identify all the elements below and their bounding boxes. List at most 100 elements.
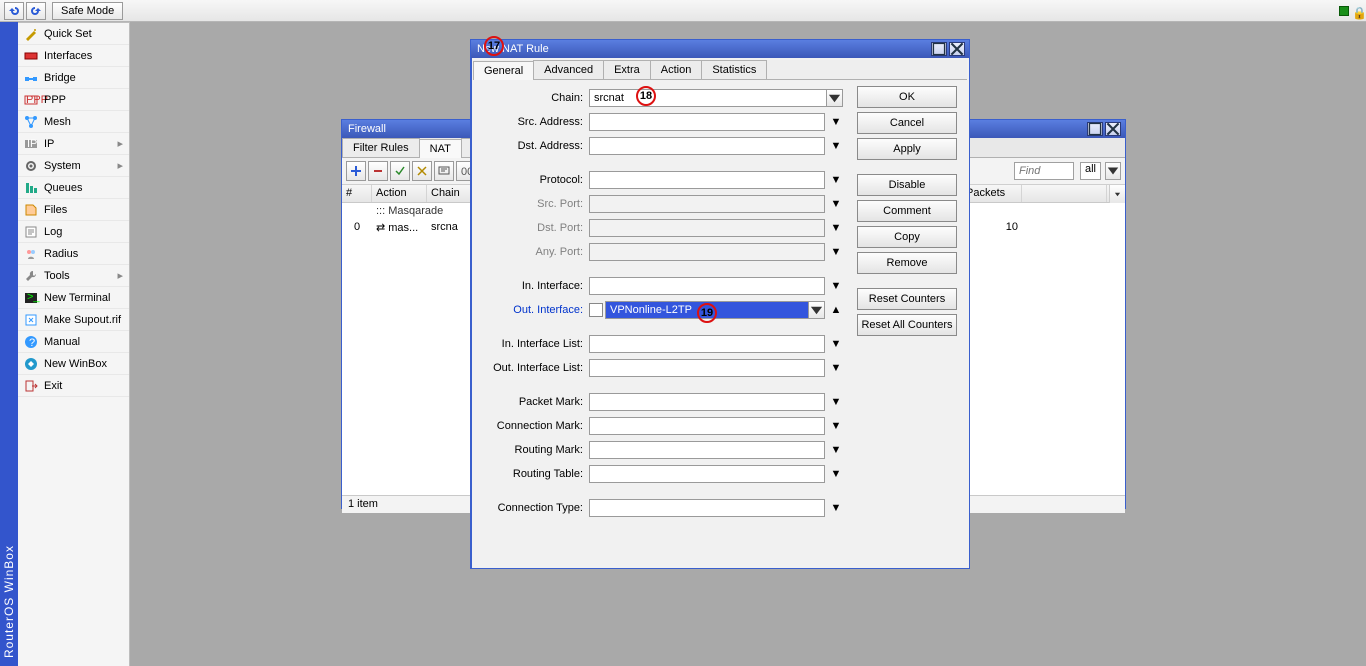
svg-text:IP: IP — [27, 138, 37, 150]
comment-button[interactable]: Comment — [857, 200, 957, 222]
app-title: RouterOS WinBox — [2, 545, 16, 658]
sidebar-item-manual[interactable]: ?Manual — [18, 331, 129, 353]
chain-dropdown[interactable] — [827, 89, 843, 107]
src-address-input[interactable] — [589, 113, 825, 131]
sidebar-item-mesh[interactable]: Mesh — [18, 111, 129, 133]
routing-mark-input[interactable] — [589, 441, 825, 459]
disable-button[interactable]: Disable — [857, 174, 957, 196]
remove-button[interactable]: Remove — [857, 252, 957, 274]
sidebar-item-label: Mesh — [44, 116, 71, 128]
comment-button[interactable] — [434, 161, 454, 181]
tab-extra[interactable]: Extra — [603, 60, 651, 79]
copy-button[interactable]: Copy — [857, 226, 957, 248]
ok-button[interactable]: OK — [857, 86, 957, 108]
iface-icon — [24, 49, 38, 63]
in-interface-input[interactable] — [589, 277, 825, 295]
connection-mark-input[interactable] — [589, 417, 825, 435]
out-interface-input[interactable] — [605, 301, 809, 319]
field-connection-mark: Connection Mark:▼ — [479, 414, 843, 438]
protocol-input[interactable] — [589, 171, 825, 189]
expand-icon[interactable]: ▼ — [829, 337, 843, 351]
apply-button[interactable]: Apply — [857, 138, 957, 160]
sidebar: Quick SetInterfacesBridgePPPPPPMeshIPIP▸… — [18, 22, 130, 666]
firewall-detach-button[interactable] — [1087, 122, 1103, 136]
sidebar-item-exit[interactable]: Exit — [18, 375, 129, 397]
col-num[interactable]: # — [342, 185, 372, 202]
out-interface-invert-check[interactable] — [589, 303, 603, 317]
disable-button[interactable] — [412, 161, 432, 181]
tab-advanced[interactable]: Advanced — [533, 60, 604, 79]
enable-button[interactable] — [390, 161, 410, 181]
packet-mark-input[interactable] — [589, 393, 825, 411]
tab-nat[interactable]: NAT — [419, 139, 462, 158]
col-packets[interactable]: Packets — [962, 185, 1022, 202]
status-led-icon — [1339, 6, 1349, 16]
term-icon: >_ — [24, 291, 38, 305]
sidebar-item-make-supout-rif[interactable]: Make Supout.rif — [18, 309, 129, 331]
sidebar-item-ip[interactable]: IPIP▸ — [18, 133, 129, 155]
routing-table-input[interactable] — [589, 465, 825, 483]
chain-input[interactable] — [589, 89, 827, 107]
sidebar-item-new-terminal[interactable]: >_New Terminal — [18, 287, 129, 309]
sidebar-item-tools[interactable]: Tools▸ — [18, 265, 129, 287]
undo-button[interactable] — [4, 2, 24, 20]
nwb-icon — [24, 357, 38, 371]
ip-icon: IP — [24, 137, 38, 151]
sidebar-item-label: IP — [44, 138, 54, 150]
expand-icon[interactable]: ▼ — [829, 361, 843, 375]
expand-icon[interactable]: ▼ — [829, 501, 843, 515]
sidebar-item-bridge[interactable]: Bridge — [18, 67, 129, 89]
out-interface-dropdown[interactable] — [809, 301, 825, 319]
reset-counters-button[interactable]: Reset Counters — [857, 288, 957, 310]
collapse-icon[interactable]: ▲ — [829, 303, 843, 317]
expand-icon[interactable]: ▼ — [829, 173, 843, 187]
field-routing-table: Routing Table:▼ — [479, 462, 843, 486]
tab-general[interactable]: General — [473, 61, 534, 80]
filter-dropdown-button[interactable] — [1105, 162, 1121, 180]
nat-detach-button[interactable] — [931, 42, 947, 56]
sidebar-item-interfaces[interactable]: Interfaces — [18, 45, 129, 67]
nat-rule-window: New NAT Rule General Advanced Extra Acti… — [470, 39, 970, 569]
safe-mode-button[interactable]: Safe Mode — [52, 2, 123, 20]
dst-address-input[interactable] — [589, 137, 825, 155]
field-in-interface: In. Interface:▼ — [479, 274, 843, 298]
app-stripe: RouterOS WinBox — [0, 22, 18, 666]
sidebar-item-files[interactable]: Files — [18, 199, 129, 221]
expand-icon[interactable]: ▼ — [829, 419, 843, 433]
tab-statistics[interactable]: Statistics — [701, 60, 767, 79]
tab-filter-rules[interactable]: Filter Rules — [342, 138, 420, 157]
reset-all-counters-button[interactable]: Reset All Counters — [857, 314, 957, 336]
wrench-icon — [24, 269, 38, 283]
out-interface-list-input[interactable] — [589, 359, 825, 377]
sidebar-item-log[interactable]: Log — [18, 221, 129, 243]
filter-select[interactable]: all — [1080, 162, 1101, 180]
col-action[interactable]: Action — [372, 185, 427, 202]
field-src-address: Src. Address:▼ — [479, 110, 843, 134]
col-menu-button[interactable] — [1109, 185, 1125, 203]
connection-type-input[interactable] — [589, 499, 825, 517]
remove-button[interactable] — [368, 161, 388, 181]
nat-close-button[interactable] — [949, 42, 965, 56]
sidebar-item-new-winbox[interactable]: New WinBox — [18, 353, 129, 375]
sidebar-item-system[interactable]: System▸ — [18, 155, 129, 177]
sidebar-item-ppp[interactable]: PPPPPP — [18, 89, 129, 111]
sidebar-item-radius[interactable]: Radius — [18, 243, 129, 265]
field-any-port: Any. Port:▼ — [479, 240, 843, 264]
nat-rule-titlebar[interactable]: New NAT Rule — [471, 40, 969, 58]
tab-action[interactable]: Action — [650, 60, 703, 79]
expand-icon[interactable]: ▼ — [829, 467, 843, 481]
expand-icon[interactable]: ▼ — [829, 139, 843, 153]
sidebar-item-queues[interactable]: Queues — [18, 177, 129, 199]
expand-icon[interactable]: ▼ — [829, 279, 843, 293]
find-input[interactable] — [1014, 162, 1074, 180]
cancel-button[interactable]: Cancel — [857, 112, 957, 134]
redo-button[interactable] — [26, 2, 46, 20]
add-button[interactable] — [346, 161, 366, 181]
firewall-close-button[interactable] — [1105, 122, 1121, 136]
bridge-icon — [24, 71, 38, 85]
expand-icon[interactable]: ▼ — [829, 115, 843, 129]
in-interface-list-input[interactable] — [589, 335, 825, 353]
sidebar-item-quick-set[interactable]: Quick Set — [18, 23, 129, 45]
expand-icon[interactable]: ▼ — [829, 443, 843, 457]
expand-icon[interactable]: ▼ — [829, 395, 843, 409]
